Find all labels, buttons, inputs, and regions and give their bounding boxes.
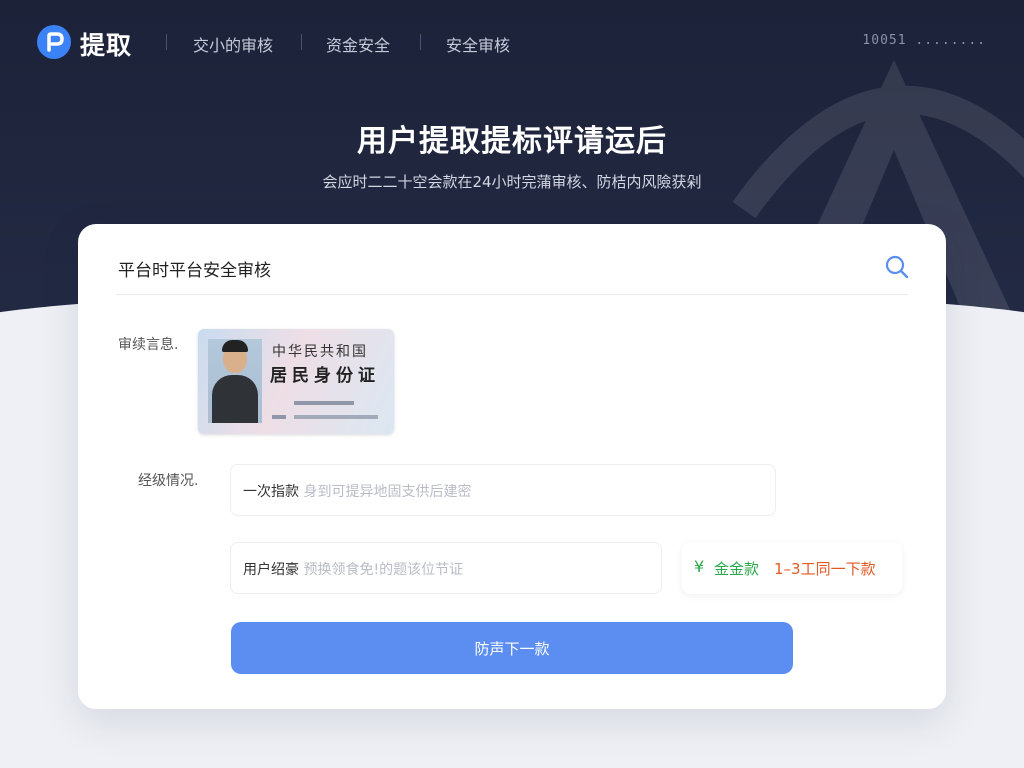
withdraw-field-placeholder: 身到可提异地固支供后建密	[303, 484, 472, 500]
nav-divider	[420, 34, 421, 50]
withdraw-field-label: 一次指款	[243, 484, 299, 500]
id-card-text-line	[272, 415, 286, 419]
nav-divider	[166, 34, 167, 50]
id-photo-hair	[222, 340, 248, 352]
withdraw-field-text: 一次指款 身到可提异地固支供后建密	[243, 481, 471, 501]
id-photo-body	[212, 375, 258, 423]
user-account-field-placeholder: 预换领食免!的题该位节证	[303, 562, 464, 578]
status-label: 经级情况.	[138, 473, 199, 489]
nav-item-security-review[interactable]: 安全审核	[446, 32, 510, 56]
id-card-image[interactable]: 中华民共和国 居民身份证	[198, 329, 394, 434]
audit-info-label: 审续言息.	[118, 337, 179, 353]
card-title: 平台时平台安全审核	[118, 261, 271, 281]
logo-text[interactable]: 提取	[80, 26, 132, 62]
id-card-text-line	[294, 401, 354, 405]
user-account-field-text: 用户绍豪 预换领食免!的题该位节证	[243, 559, 463, 579]
payout-amount-text: 金金款	[714, 560, 760, 578]
nav-right-text: 10051 ........	[862, 33, 986, 48]
search-icon[interactable]	[884, 254, 910, 280]
next-step-button[interactable]: 防声下一款	[231, 622, 793, 674]
id-card-country: 中华民共和国	[272, 344, 368, 360]
top-nav: 提取 交小的审核 资金安全 安全审核 10051 ........	[0, 0, 1024, 80]
id-photo	[208, 339, 262, 423]
id-card-title: 居民身份证	[270, 366, 380, 386]
payout-info-box: ¥ 金金款 1–3工同一下款	[682, 542, 902, 594]
payout-time-text: 1–3工同一下款	[774, 560, 876, 578]
id-card-text-line	[294, 415, 378, 419]
user-account-field-label: 用户绍豪	[243, 562, 299, 578]
page-subtitle: 会应时二二十空会款在24小时完蒲审核、防桔内风險获剁	[322, 173, 702, 191]
withdraw-field[interactable]: 一次指款 身到可提异地固支供后建密	[230, 464, 776, 516]
nav-item-fund-security[interactable]: 资金安全	[326, 32, 390, 56]
page-title: 用户提取提标评请运后	[357, 124, 667, 159]
nav-divider	[301, 34, 302, 50]
logo-icon	[37, 25, 71, 59]
yen-icon: ¥	[694, 557, 705, 576]
card-divider	[116, 294, 908, 295]
user-account-field[interactable]: 用户绍豪 预换领食免!的题该位节证	[230, 542, 662, 594]
nav-item-review[interactable]: 交小的审核	[193, 32, 273, 56]
review-card: 平台时平台安全审核 审续言息. 中华民共和国 居民身份证 经级情况. 一次指款 …	[78, 224, 946, 709]
